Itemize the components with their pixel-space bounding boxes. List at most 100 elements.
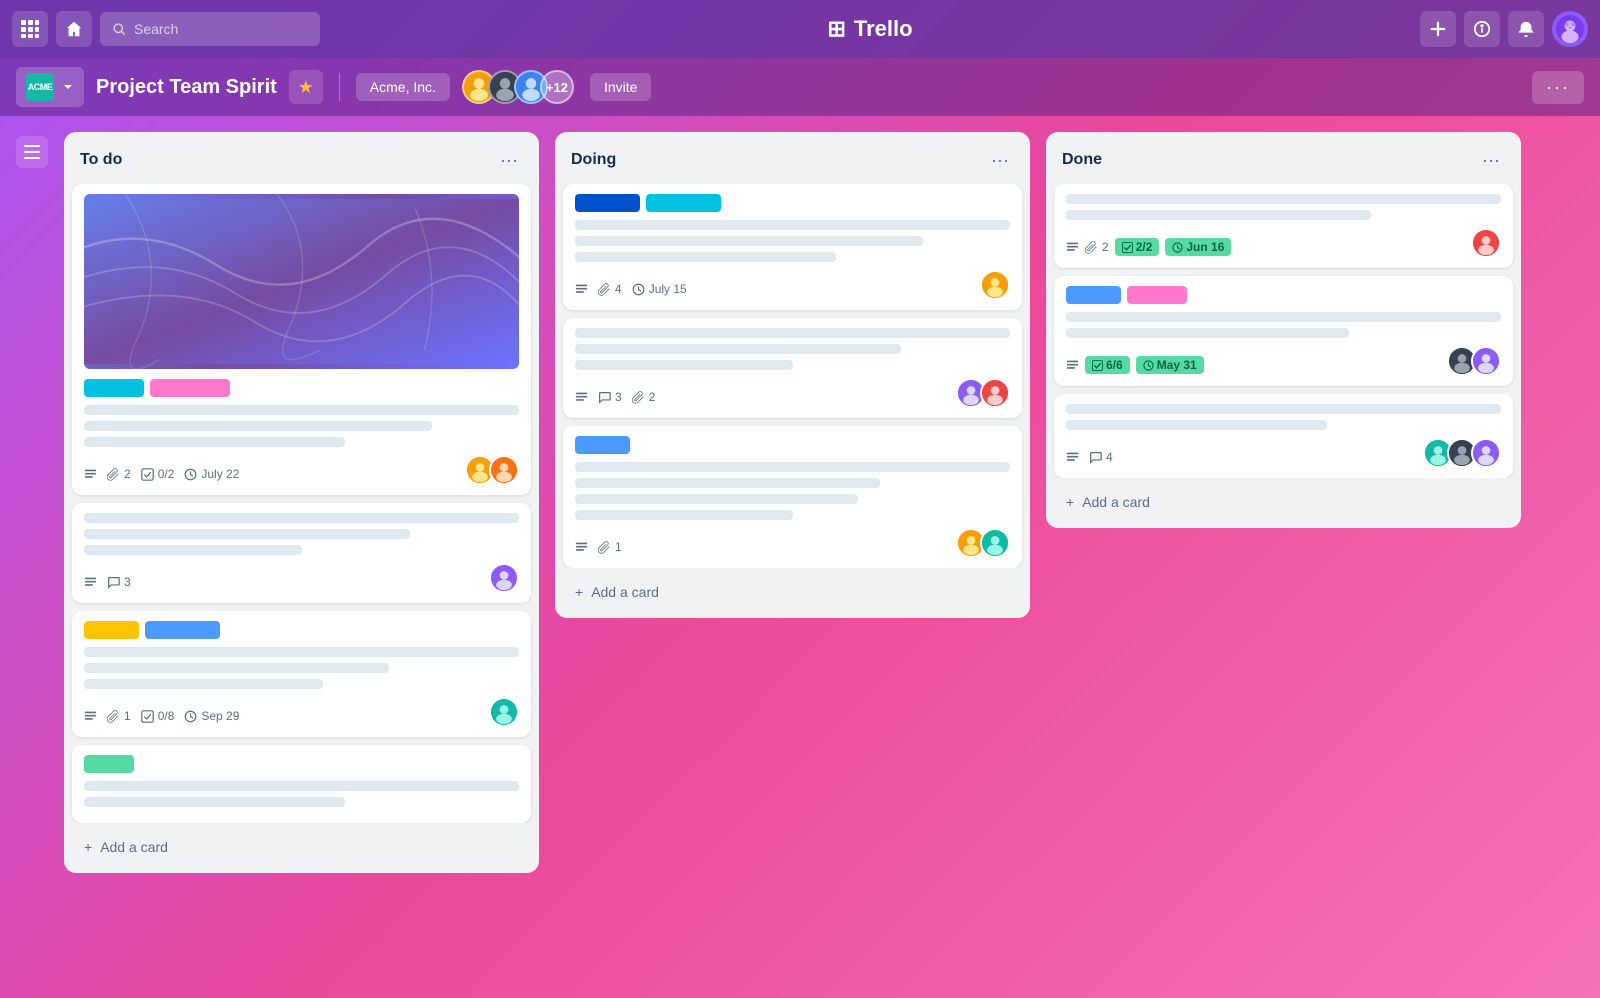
card-footer-1: 2 0/2 July 22 bbox=[84, 455, 519, 485]
meta-attachments-d2: 2 bbox=[632, 390, 656, 404]
card-line bbox=[84, 679, 323, 689]
card-avatars-d3 bbox=[956, 528, 1010, 558]
card-tags-dn2 bbox=[1066, 286, 1501, 304]
meta-checklist-1: 0/2 bbox=[141, 467, 175, 481]
column-menu-done[interactable]: ··· bbox=[1477, 146, 1505, 174]
date-badge-dn2: May 31 bbox=[1136, 356, 1204, 374]
top-navigation: Search ⊞ Trello bbox=[0, 0, 1600, 58]
meta-comments-d2: 3 bbox=[598, 390, 622, 404]
tag-blue2-dn2 bbox=[1066, 286, 1121, 304]
card-line bbox=[1066, 210, 1371, 220]
card-meta-d1: 4 July 15 bbox=[575, 282, 687, 296]
card-meta-3: 1 0/8 Sep 29 bbox=[84, 709, 239, 723]
card-meta-dn1: 2 2/2 Jun 16 bbox=[1066, 238, 1231, 256]
meta-date-1: July 22 bbox=[184, 467, 239, 481]
card-avatar-teal bbox=[489, 697, 519, 727]
add-card-button-done[interactable]: + Add a card bbox=[1054, 484, 1513, 520]
info-button[interactable] bbox=[1464, 11, 1500, 47]
sidebar-toggle[interactable] bbox=[16, 136, 48, 168]
card-doing-1[interactable]: 4 July 15 bbox=[563, 184, 1022, 310]
card-todo-2[interactable]: 3 bbox=[72, 503, 531, 603]
card-avatars-d2 bbox=[956, 378, 1010, 408]
card-doing-2[interactable]: 3 2 bbox=[563, 318, 1022, 418]
card-footer-d3: 1 bbox=[575, 528, 1010, 558]
meta-checklist-3: 0/8 bbox=[141, 709, 175, 723]
card-line bbox=[84, 529, 410, 539]
search-bar[interactable]: Search bbox=[100, 12, 320, 46]
card-todo-3[interactable]: 1 0/8 Sep 29 bbox=[72, 611, 531, 737]
user-avatar[interactable] bbox=[1552, 11, 1588, 47]
star-button[interactable]: ★ bbox=[289, 70, 323, 104]
meta-description-3 bbox=[84, 710, 97, 723]
card-body-line bbox=[84, 437, 345, 447]
card-avatars-dn1 bbox=[1471, 228, 1501, 258]
column-body-done: 2 2/2 Jun 16 bbox=[1046, 184, 1521, 478]
card-line bbox=[575, 462, 1010, 472]
add-card-button-doing[interactable]: + Add a card bbox=[563, 574, 1022, 610]
card-avatar-purple-dn2 bbox=[1471, 346, 1501, 376]
meta-description-2 bbox=[84, 576, 97, 589]
card-meta-dn2: 6/6 May 31 bbox=[1066, 356, 1204, 374]
card-cover-image bbox=[84, 194, 519, 369]
board-title: Project Team Spirit bbox=[96, 76, 277, 99]
tag-green bbox=[84, 755, 134, 773]
meta-date-d1: July 15 bbox=[632, 282, 687, 296]
card-avatars-dn2 bbox=[1447, 346, 1501, 376]
column-title-todo: To do bbox=[80, 151, 122, 169]
header-divider bbox=[339, 73, 340, 101]
workspace-icon: ACME bbox=[26, 73, 54, 101]
workspace-button[interactable]: ACME bbox=[16, 67, 84, 107]
card-footer-d1: 4 July 15 bbox=[575, 270, 1010, 300]
column-todo: To do ··· bbox=[64, 132, 539, 873]
meta-description bbox=[84, 468, 97, 481]
column-menu-doing[interactable]: ··· bbox=[986, 146, 1014, 174]
column-title-doing: Doing bbox=[571, 151, 616, 169]
member-count-badge[interactable]: +12 bbox=[540, 70, 574, 104]
search-placeholder: Search bbox=[134, 21, 178, 37]
card-tags bbox=[84, 379, 519, 397]
logo-icon: ⊞ bbox=[827, 16, 845, 42]
card-avatar-orange bbox=[489, 455, 519, 485]
card-footer-d2: 3 2 bbox=[575, 378, 1010, 408]
card-avatar-red-d2 bbox=[980, 378, 1010, 408]
workspace-name-button[interactable]: Acme, Inc. bbox=[356, 73, 450, 101]
card-avatars-dn3 bbox=[1423, 438, 1501, 468]
card-done-3[interactable]: 4 bbox=[1054, 394, 1513, 478]
home-button[interactable] bbox=[56, 11, 92, 47]
tag-cyan bbox=[84, 379, 144, 397]
card-done-2[interactable]: 6/6 May 31 bbox=[1054, 276, 1513, 386]
column-doing: Doing ··· bbox=[555, 132, 1030, 618]
app-logo: ⊞ Trello bbox=[328, 16, 1412, 42]
tag-cyan bbox=[646, 194, 721, 212]
create-button[interactable] bbox=[1420, 11, 1456, 47]
card-done-1[interactable]: 2 2/2 Jun 16 bbox=[1054, 184, 1513, 268]
card-avatars-3 bbox=[489, 697, 519, 727]
card-footer-dn2: 6/6 May 31 bbox=[1066, 346, 1501, 376]
invite-button[interactable]: Invite bbox=[590, 73, 651, 101]
card-line bbox=[575, 328, 1010, 338]
card-line bbox=[575, 220, 1010, 230]
column-menu-todo[interactable]: ··· bbox=[495, 146, 523, 174]
column-done: Done ··· 2 bbox=[1046, 132, 1521, 528]
meta-description-dn3 bbox=[1066, 451, 1079, 464]
column-header-todo: To do ··· bbox=[64, 132, 539, 184]
tag-pink-dn2 bbox=[1127, 286, 1187, 304]
meta-attachments-d1: 4 bbox=[598, 282, 622, 296]
card-tags-d3 bbox=[575, 436, 1010, 454]
card-tags-d1 bbox=[575, 194, 1010, 212]
meta-attachments-d3: 1 bbox=[598, 540, 622, 554]
card-meta-2: 3 bbox=[84, 575, 131, 589]
member-avatars: +12 bbox=[462, 70, 574, 104]
tag-blue2-d3 bbox=[575, 436, 630, 454]
card-doing-3[interactable]: 1 bbox=[563, 426, 1022, 568]
notifications-button[interactable] bbox=[1508, 11, 1544, 47]
card-line bbox=[575, 252, 836, 262]
card-todo-4[interactable] bbox=[72, 745, 531, 823]
meta-description-dn2 bbox=[1066, 359, 1079, 372]
app-name: Trello bbox=[854, 16, 913, 42]
add-card-button-todo[interactable]: + Add a card bbox=[72, 829, 531, 865]
board-menu-button[interactable]: ··· bbox=[1532, 71, 1584, 104]
column-header-done: Done ··· bbox=[1046, 132, 1521, 184]
grid-menu-button[interactable] bbox=[12, 11, 48, 47]
card-todo-1[interactable]: 2 0/2 July 22 bbox=[72, 184, 531, 495]
